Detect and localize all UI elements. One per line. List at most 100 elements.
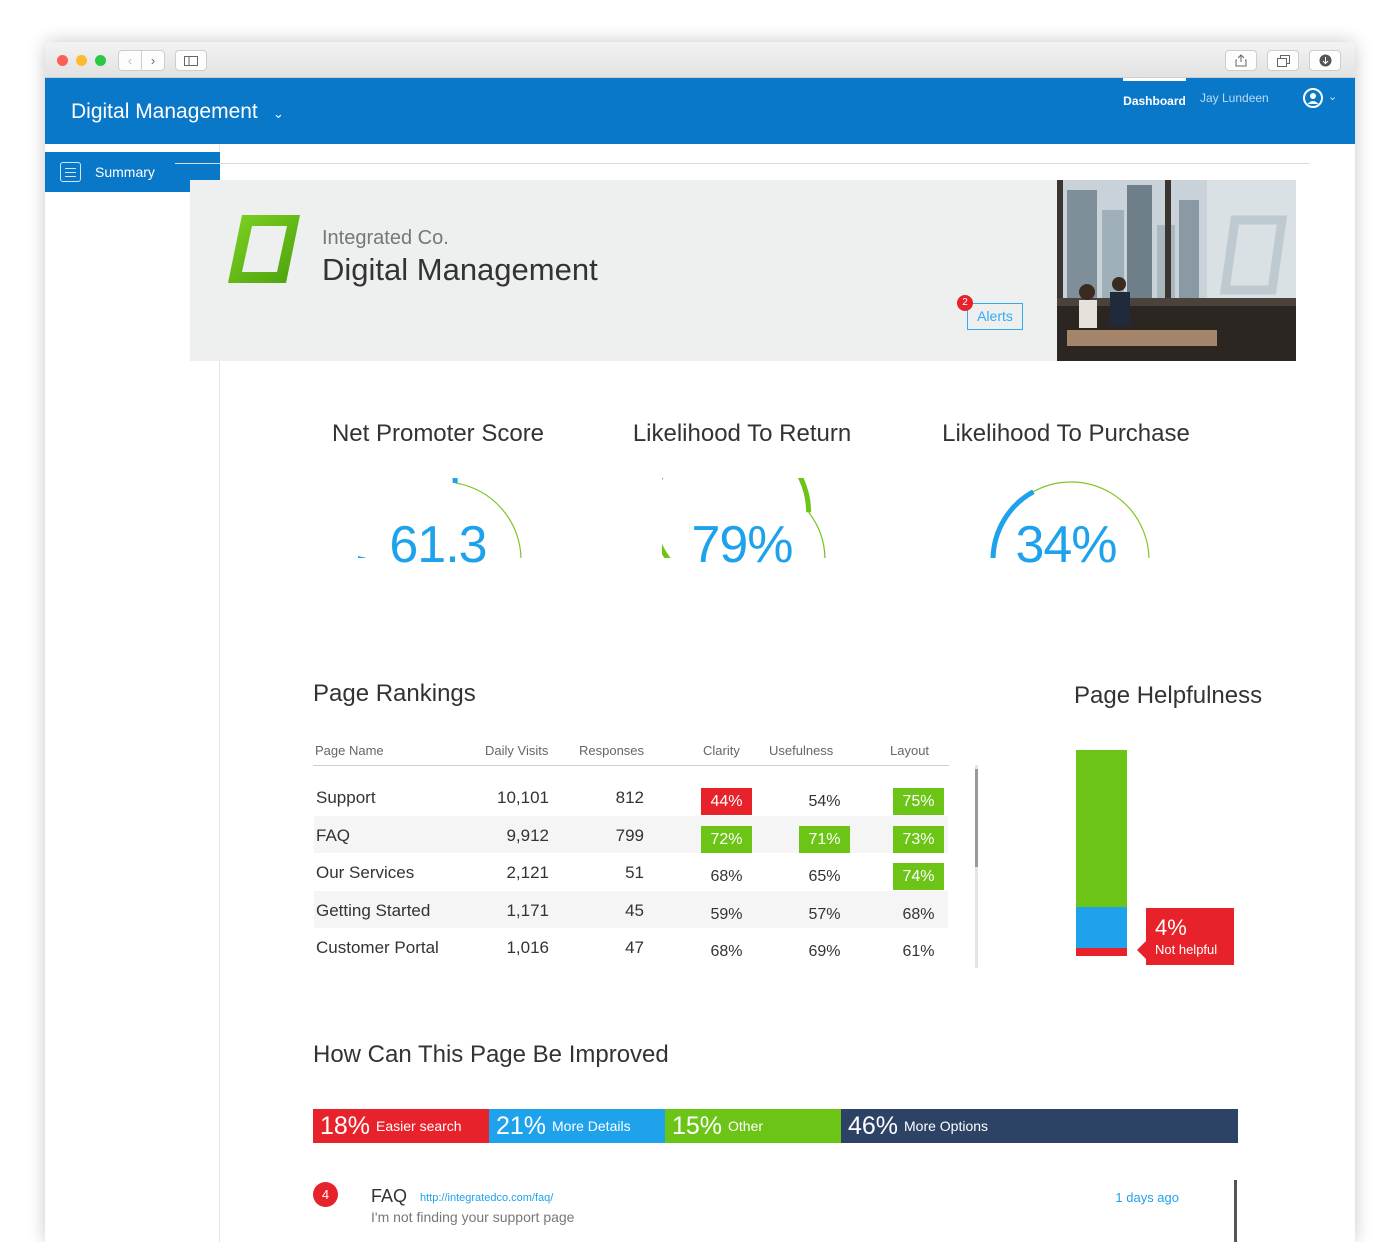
- cell-daily-visits: 10,101: [497, 788, 549, 807]
- company-name: Integrated Co.: [322, 227, 449, 249]
- alerts-count-badge: 2: [957, 295, 973, 311]
- table-row[interactable]: Our Services 2,121 51 68% 65% 74%: [314, 853, 948, 890]
- gauge-value: 34%: [1015, 516, 1117, 574]
- gauge-likelihood-to-purchase: Likelihood To Purchase 34%: [916, 420, 1216, 574]
- column-header-daily-visits[interactable]: Daily Visits: [485, 743, 548, 758]
- improve-segment[interactable]: 18% Easier search: [313, 1109, 489, 1143]
- improve-segment[interactable]: 15% Other: [665, 1109, 841, 1143]
- gauge-title: Likelihood To Purchase: [942, 420, 1190, 447]
- maximize-window-button[interactable]: [95, 55, 106, 66]
- alerts-button[interactable]: Alerts: [967, 303, 1023, 330]
- cell-daily-visits: 1,171: [506, 900, 549, 920]
- callout-arrow: [1137, 941, 1146, 959]
- improve-segment[interactable]: 21% More Details: [489, 1109, 665, 1143]
- hero-banner: Integrated Co. Digital Management Alerts…: [190, 180, 1296, 361]
- helpfulness-segment: [1076, 948, 1127, 956]
- improve-stacked-bar: 18% Easier search 21% More Details 15% Other 4…: [313, 1109, 1238, 1143]
- download-icon[interactable]: [1309, 50, 1341, 71]
- hero-office-photo: [1057, 180, 1296, 361]
- gauge-value: 79%: [691, 516, 793, 574]
- improve-segment-percent: 46%: [848, 1112, 899, 1140]
- cell-daily-visits: 2,121: [506, 863, 549, 882]
- close-window-button[interactable]: [57, 55, 68, 66]
- column-header-usefulness[interactable]: Usefulness: [769, 743, 833, 758]
- cell-responses: 47: [625, 938, 644, 957]
- table-row[interactable]: Support 10,101 812 44% 54% 75%: [314, 778, 948, 815]
- column-header-clarity[interactable]: Clarity: [703, 743, 740, 758]
- improve-segment-percent: 18%: [320, 1112, 371, 1140]
- not-helpful-callout: 4% Not helpful: [1146, 908, 1234, 965]
- cell-clarity: 72%: [701, 825, 752, 853]
- minimize-window-button[interactable]: [76, 55, 87, 66]
- cell-usefulness: 57%: [808, 905, 841, 923]
- cell-daily-visits: 9,912: [506, 825, 549, 845]
- improve-segment-label: More Options: [904, 1118, 989, 1134]
- cell-usefulness: 65%: [808, 868, 841, 885]
- improve-segment-label: More Details: [552, 1118, 631, 1134]
- nav-user-name[interactable]: Jay Lundeen: [1200, 91, 1269, 105]
- table-header: Page Name Daily Visits Responses Clarity…: [313, 733, 949, 766]
- list-icon: [60, 162, 81, 182]
- hero-title: Digital Management: [322, 252, 598, 287]
- table-scrollbar-thumb[interactable]: [975, 769, 978, 867]
- page-helpfulness-title: Page Helpfulness: [1074, 682, 1263, 709]
- sidebar-toggle-icon[interactable]: [175, 50, 207, 71]
- gauge-title: Likelihood To Return: [632, 420, 852, 447]
- cell-page-name: FAQ: [316, 825, 351, 845]
- app-title[interactable]: Digital Management: [71, 100, 258, 124]
- cell-usefulness: 71%: [799, 825, 850, 853]
- cell-daily-visits: 1,016: [506, 938, 549, 957]
- improve-segment-label: Other: [728, 1118, 764, 1134]
- chevron-down-icon[interactable]: ⌄: [273, 106, 284, 122]
- improve-segment-percent: 21%: [496, 1112, 547, 1140]
- user-menu-chevron-icon[interactable]: ⌄: [1328, 90, 1337, 103]
- browser-titlebar: ‹ ›: [45, 42, 1355, 78]
- improve-segment-percent: 15%: [672, 1112, 723, 1140]
- cell-layout: 74%: [893, 863, 944, 890]
- gauge-likelihood-to-return: Likelihood To Return 79%: [592, 420, 892, 574]
- nav-dashboard[interactable]: Dashboard: [1123, 78, 1186, 144]
- cell-usefulness: 54%: [808, 793, 841, 810]
- cell-responses: 799: [615, 825, 644, 845]
- comment-page-title[interactable]: FAQ: [371, 1186, 407, 1207]
- helpfulness-segment: [1076, 750, 1127, 907]
- user-avatar-icon[interactable]: [1303, 88, 1323, 108]
- cell-responses: 45: [625, 900, 644, 920]
- cell-clarity: 44%: [701, 788, 752, 815]
- cell-layout: 61%: [902, 943, 935, 960]
- table-row[interactable]: Customer Portal 1,016 47 68% 69% 61%: [314, 928, 948, 965]
- forward-icon[interactable]: ›: [141, 50, 165, 71]
- app-header: Digital Management ⌄ Dashboard Jay Lunde…: [45, 78, 1355, 144]
- comment-text: I'm not finding your support page: [371, 1209, 575, 1225]
- cell-page-name: Our Services: [316, 863, 415, 882]
- company-logo: [228, 215, 300, 283]
- cell-clarity: 59%: [710, 905, 743, 923]
- cell-layout: 68%: [902, 905, 935, 923]
- cell-layout: 75%: [893, 788, 944, 815]
- comments-scrollbar[interactable]: [1234, 1180, 1237, 1242]
- cell-clarity: 68%: [710, 943, 743, 960]
- table-row[interactable]: FAQ 9,912 799 72% 71% 73%: [314, 815, 948, 853]
- table-row[interactable]: Getting Started 1,171 45 59% 57% 68%: [314, 890, 948, 928]
- comment-timestamp: 1 days ago: [1115, 1190, 1179, 1205]
- tabs-icon[interactable]: [1267, 50, 1299, 71]
- column-header-page-name[interactable]: Page Name: [315, 743, 384, 758]
- cell-layout: 73%: [893, 825, 944, 853]
- improve-segment[interactable]: 46% More Options: [841, 1109, 1238, 1143]
- gauge-title: Net Promoter Score: [331, 420, 545, 447]
- comment-page-link[interactable]: http://integratedco.com/faq/: [420, 1192, 553, 1204]
- helpfulness-segment: [1076, 907, 1127, 948]
- page-rankings-title: Page Rankings: [313, 680, 476, 707]
- back-icon[interactable]: ‹: [118, 50, 142, 71]
- cell-page-name: Getting Started: [316, 900, 431, 920]
- cell-clarity: 68%: [710, 868, 743, 885]
- gauge-value: 61.3: [389, 516, 487, 574]
- cell-page-name: Support: [316, 788, 376, 807]
- cell-page-name: Customer Portal: [316, 938, 439, 957]
- callout-value: 4%: [1155, 915, 1187, 940]
- callout-label: Not helpful: [1155, 942, 1218, 957]
- column-header-layout[interactable]: Layout: [890, 743, 929, 758]
- column-header-responses[interactable]: Responses: [579, 743, 644, 758]
- share-icon[interactable]: [1225, 50, 1257, 71]
- sidebar-item-label: Summary: [95, 164, 155, 180]
